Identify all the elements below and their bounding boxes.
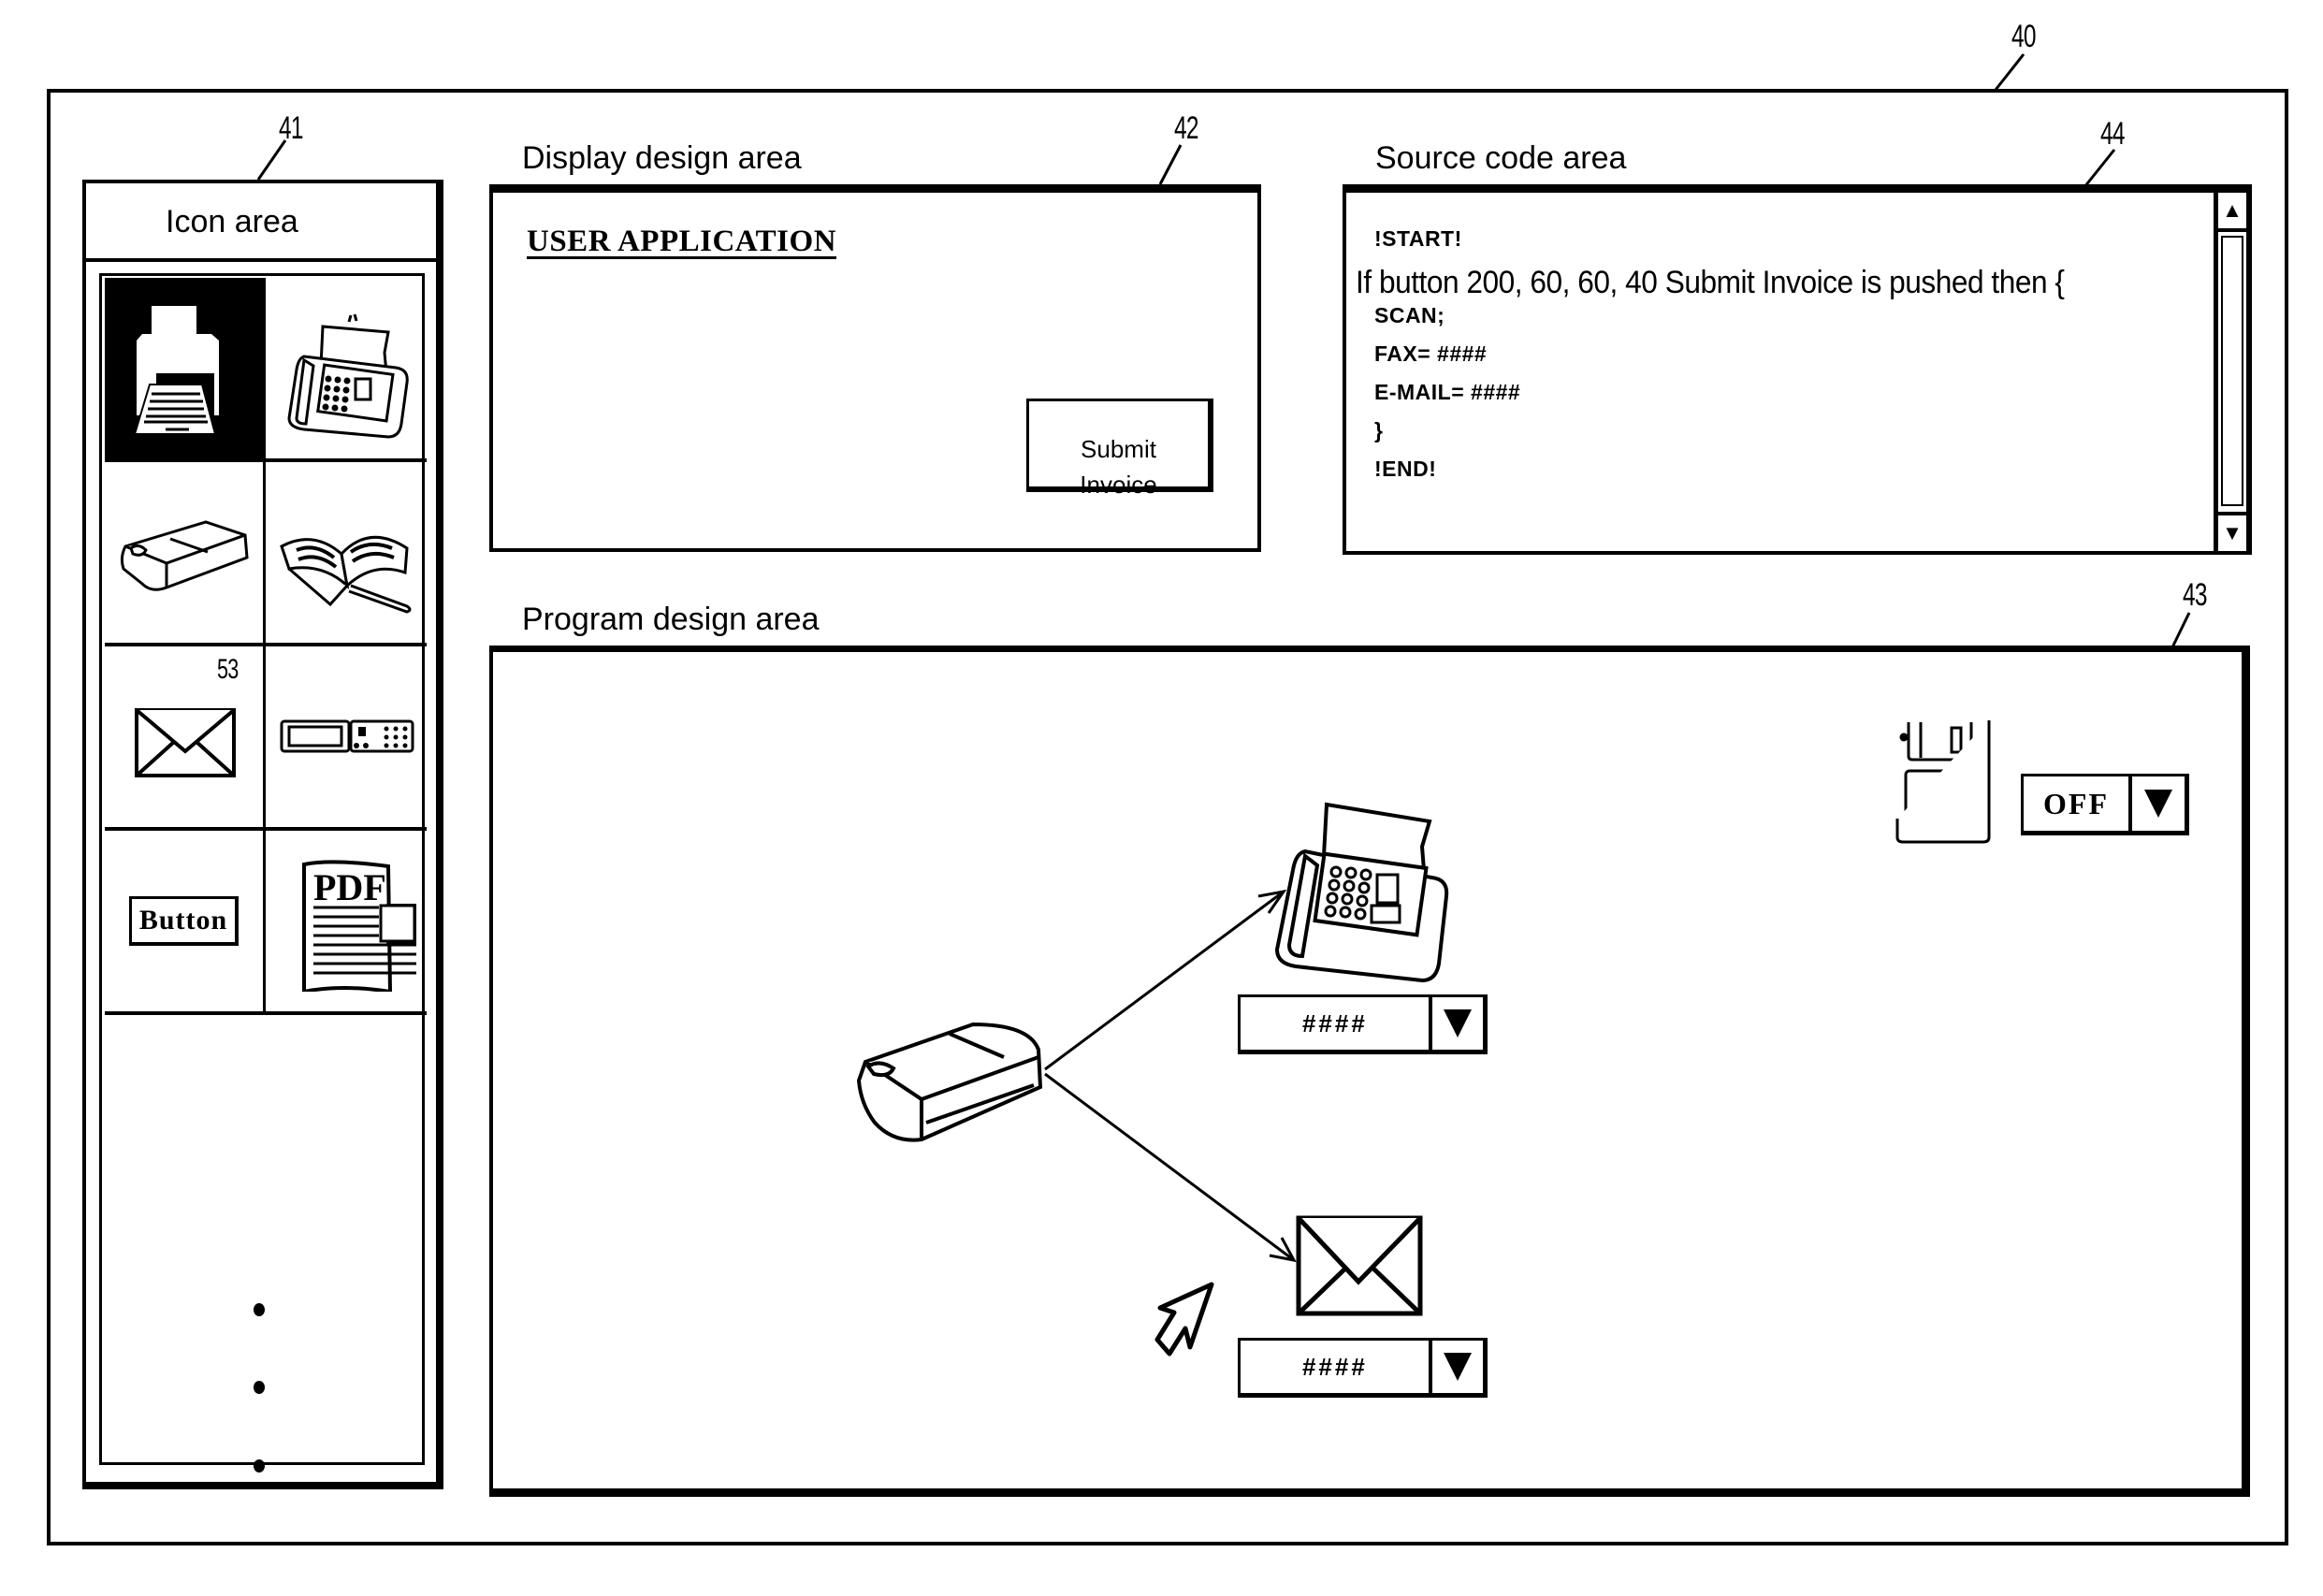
fax-number-dropdown[interactable]: #### bbox=[1238, 994, 1488, 1054]
on-off-dropdown-toggle[interactable] bbox=[2128, 776, 2185, 831]
chevron-down-icon bbox=[1444, 1353, 1472, 1381]
email-dropdown-toggle[interactable] bbox=[1429, 1341, 1483, 1393]
email-address-dropdown[interactable]: #### bbox=[1238, 1338, 1488, 1398]
on-off-dropdown[interactable]: OFF bbox=[2021, 774, 2189, 835]
mouse-cursor-icon bbox=[1154, 1282, 1214, 1357]
connection-scanner-to-email bbox=[1044, 1072, 1295, 1262]
program-flow-diagram bbox=[856, 720, 1991, 1357]
chevron-down-icon bbox=[1444, 1009, 1472, 1037]
scanner-node-icon bbox=[856, 1022, 1043, 1142]
on-off-value: OFF bbox=[2043, 786, 2109, 820]
email-node-icon bbox=[1296, 1215, 1423, 1316]
chevron-down-icon bbox=[2144, 790, 2172, 818]
email-address-value: #### bbox=[1301, 1352, 1368, 1381]
save-icon bbox=[1895, 720, 1991, 844]
fax-number-value: #### bbox=[1301, 1008, 1368, 1037]
fax-dropdown-toggle[interactable] bbox=[1429, 997, 1483, 1050]
